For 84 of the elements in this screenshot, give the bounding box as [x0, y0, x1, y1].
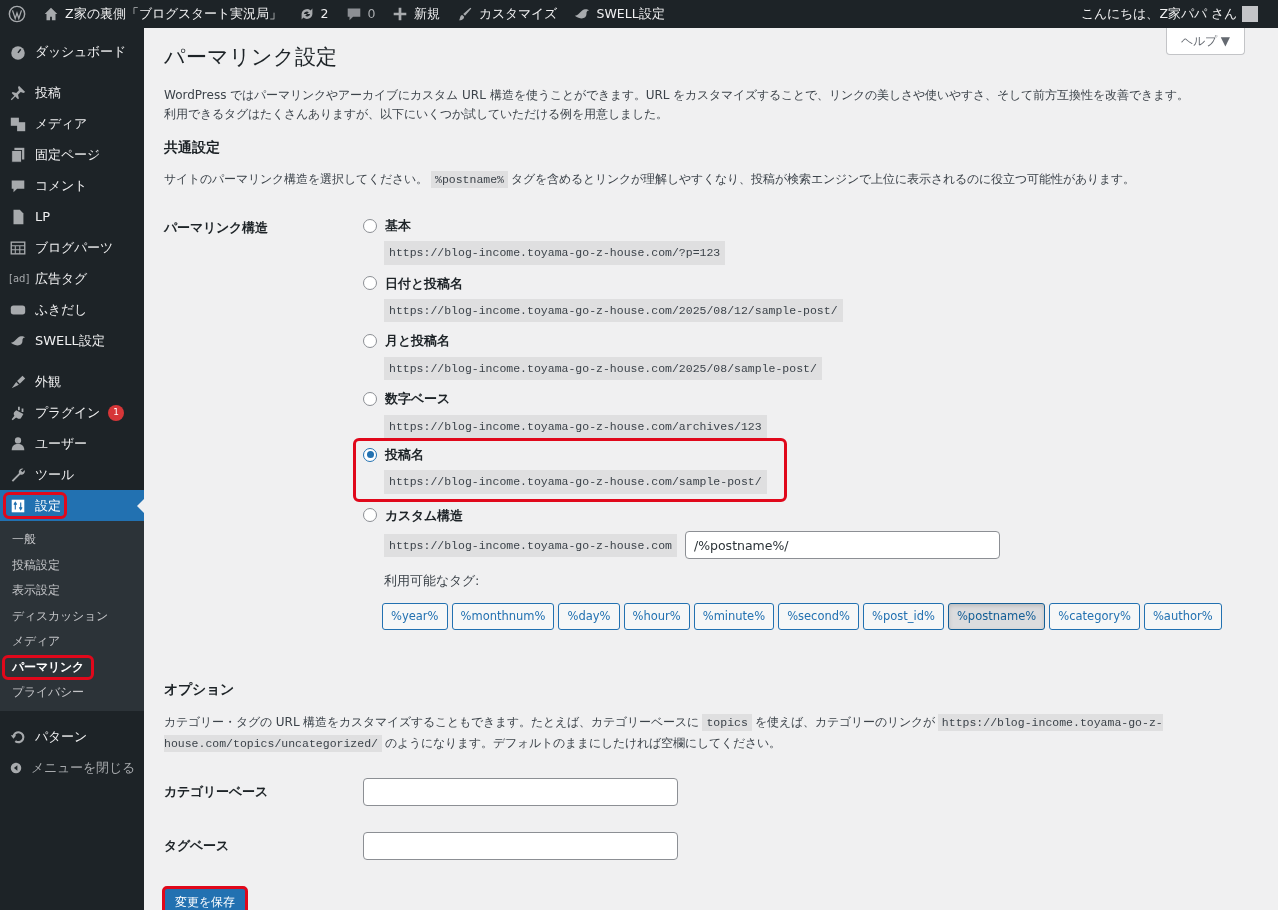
- field-label: パーマリンク構造: [164, 219, 269, 237]
- submenu-item[interactable]: 一般: [4, 527, 44, 553]
- admin-bar-link[interactable]: SWELL設定: [565, 0, 673, 28]
- example-url: https://blog-income.toyama-go-z-house.com/2025/08/12/sample-post/: [384, 299, 843, 323]
- example-url: https://blog-income.toyama-go-z-house.com/sample-post/: [384, 470, 767, 494]
- option-label: 投稿名: [385, 446, 424, 464]
- section-description: サイトのパーマリンク構造を選択してください。 %postname% タグを含めるとリンクが理解しやすくなり、投稿が検索エンジンで上位に表示されるのに役立つ可能性があります。: [164, 170, 1136, 189]
- option-label: 日付と投稿名: [385, 274, 463, 293]
- input-field[interactable]: [363, 778, 678, 807]
- submenu-item[interactable]: 投稿設定: [4, 552, 68, 578]
- input-field[interactable]: [363, 832, 678, 861]
- tag-button[interactable]: %author%: [1143, 602, 1222, 630]
- pages-icon: [9, 145, 27, 164]
- user-icon: [9, 434, 27, 453]
- admin-bar-link[interactable]: 新規: [383, 0, 449, 28]
- admin-bar-link[interactable]: 0: [336, 0, 384, 28]
- field-label: カテゴリーベース: [164, 783, 269, 802]
- tag-button[interactable]: %day%: [558, 602, 620, 630]
- radio-button[interactable]: [363, 218, 377, 233]
- tag-button[interactable]: %minute%: [693, 602, 775, 630]
- example-url: https://blog-income.toyama-go-z-house.com/?p=123: [384, 241, 726, 265]
- logo-icon: [8, 5, 26, 23]
- option-label: 月と投稿名: [385, 332, 450, 351]
- radio-button[interactable]: [363, 276, 377, 291]
- sidebar-item[interactable]: プラグイン 1: [0, 397, 144, 428]
- sidebar-item[interactable]: メニューを閉じる: [0, 752, 144, 783]
- sidebar-item[interactable]: ブログパーツ: [0, 232, 144, 263]
- tag-button[interactable]: %postname%: [947, 602, 1046, 630]
- example-url: https://blog-income.toyama-go-z-house.com/2025/08/sample-post/: [384, 357, 822, 381]
- sidebar-item[interactable]: ユーザー: [0, 428, 144, 459]
- page-title: パーマリンク設定: [164, 45, 338, 71]
- field-label: タグベース: [164, 837, 230, 856]
- submenu-item[interactable]: プライバシー: [4, 679, 92, 705]
- count-badge: 1: [108, 404, 124, 421]
- avatar-icon: [1242, 6, 1258, 22]
- section-description: カテゴリー・タグの URL 構造をカスタマイズすることもできます。たとえば、カテゴリーベースに topics を使えば、カテゴリーのリンクが https://blog-income.toyama-go-z-house.com/topics/uncategorized/ のようになります。デフォルトのままにしたければ空欄にしてください。: [164, 712, 1164, 754]
- option-label: 基本: [385, 217, 411, 235]
- help-button[interactable]: ヘルプ ▼: [1165, 28, 1245, 55]
- account-menu[interactable]: こんにちは、Z家パパ さん: [1073, 0, 1266, 28]
- admin-bar-link[interactable]: Z家の裏側「ブログスタート実況局」: [34, 0, 290, 28]
- sidebar-item[interactable]: コメント: [0, 170, 144, 201]
- tag-button[interactable]: %monthnum%: [451, 602, 555, 630]
- home-icon: [42, 5, 60, 23]
- option-label: カスタム構造: [385, 506, 463, 525]
- sidebar-item[interactable]: メディア: [0, 108, 144, 139]
- intro-text: WordPress ではパーマリンクやアーカイブにカスタム URL 構造を使うことができます。URL をカスタマイズすることで、リンクの美しさや使いやすさ、そして前方互換性を改善できます。 利用できるタグはたくさんありますが、以下にいくつか試していただける例を用意しました。: [164, 87, 1191, 123]
- tag-button[interactable]: %year%: [382, 602, 448, 630]
- tag-button[interactable]: %hour%: [623, 602, 690, 630]
- submenu-item[interactable]: パーマリンク: [4, 656, 92, 678]
- custom-structure-field[interactable]: /%postname%/: [684, 531, 1000, 560]
- radio-button[interactable]: [363, 447, 377, 462]
- tags-link[interactable]: 利用できるタグはたくさんあります: [164, 106, 356, 121]
- save-button[interactable]: 変更を保存: [164, 888, 246, 910]
- sidebar-item[interactable]: SWELL設定: [0, 325, 144, 356]
- radio-button[interactable]: [363, 392, 377, 406]
- sidebar-item[interactable]: パターン: [0, 721, 144, 752]
- example-url: https://blog-income.toyama-go-z-house.com/archives/123: [384, 414, 767, 438]
- submenu-item[interactable]: メディア: [4, 629, 68, 655]
- radio-button[interactable]: [363, 334, 377, 349]
- grid-icon: [9, 238, 27, 257]
- sidebar-item[interactable]: 設定: [0, 490, 144, 521]
- section-heading: オプション: [164, 681, 235, 698]
- sidebar-item[interactable]: 投稿: [0, 77, 144, 108]
- admin-bar-link[interactable]: カスタマイズ: [448, 0, 566, 28]
- pin-icon: [9, 83, 27, 102]
- sidebar-item[interactable]: ふきだし: [0, 294, 144, 325]
- tag-button[interactable]: %post_id%: [863, 602, 944, 630]
- url-prefix: https://blog-income.toyama-go-z-house.com: [384, 533, 677, 557]
- tags-label: 利用可能なタグ:: [384, 572, 481, 591]
- tag-button[interactable]: %category%: [1049, 602, 1140, 630]
- sidebar-item[interactable]: 固定ページ: [0, 139, 144, 170]
- tag-button[interactable]: %second%: [778, 602, 859, 630]
- sidebar-item[interactable]: LP: [0, 201, 144, 232]
- radio-button[interactable]: [363, 508, 377, 523]
- section-heading: 共通設定: [164, 139, 221, 157]
- sidebar-item[interactable]: 外観: [0, 366, 144, 397]
- submenu-item[interactable]: ディスカッション: [4, 603, 116, 629]
- ad-icon: [ad]: [9, 271, 27, 286]
- sidebar-item[interactable]: [ad] 広告タグ: [0, 263, 144, 294]
- admin-bar-link[interactable]: 2: [289, 0, 337, 28]
- submenu-item[interactable]: 表示設定: [4, 578, 68, 604]
- option-label: 数字ベース: [385, 390, 450, 409]
- sidebar-item[interactable]: ダッシュボード: [0, 36, 144, 67]
- sidebar-item[interactable]: ツール: [0, 459, 144, 490]
